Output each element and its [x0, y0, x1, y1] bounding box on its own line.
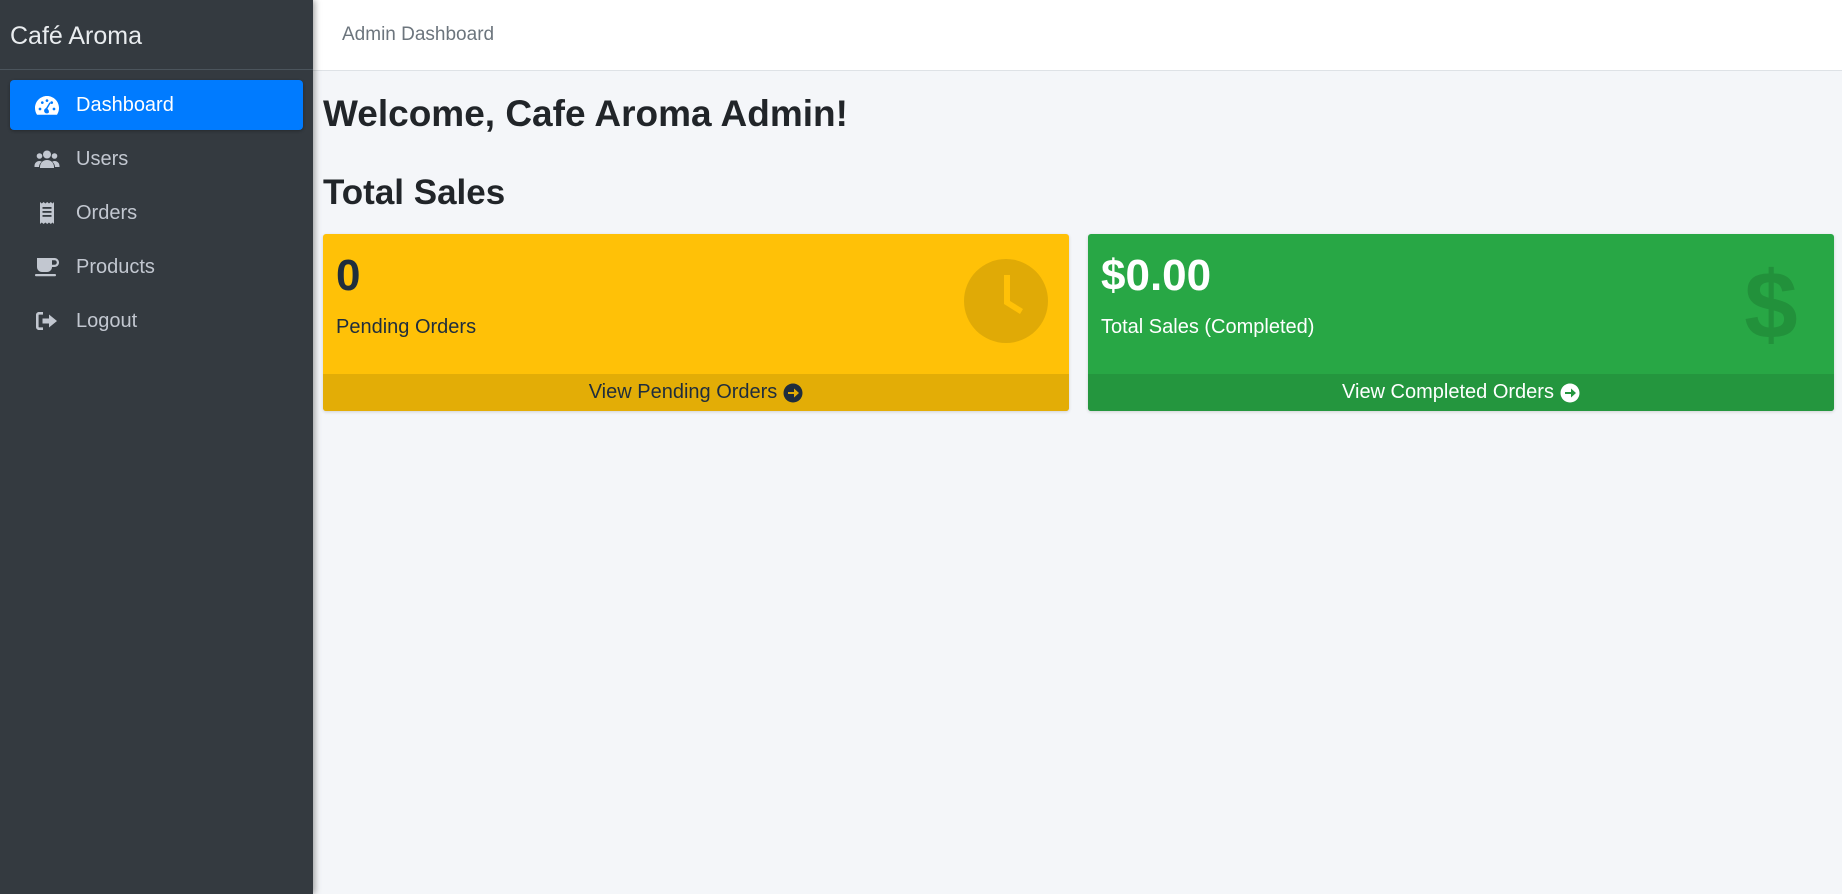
view-completed-orders-link[interactable]: View Completed Orders — [1088, 374, 1834, 411]
arrow-circle-right-icon — [783, 383, 803, 403]
dollar-icon: $ — [1728, 252, 1814, 359]
sidebar-item-label: Products — [76, 255, 155, 278]
sidebar-item-dashboard[interactable]: Dashboard — [10, 80, 303, 130]
receipt-icon — [32, 200, 62, 226]
svg-text:$: $ — [1744, 258, 1797, 344]
sidebar-item-orders[interactable]: Orders — [10, 188, 303, 238]
card-value: 0 — [336, 251, 361, 300]
sidebar-item-logout[interactable]: Logout — [10, 296, 303, 346]
tachometer-icon — [32, 92, 62, 118]
sidebar-item-label: Orders — [76, 201, 138, 224]
card-label: Pending Orders — [336, 316, 477, 338]
users-icon — [32, 146, 62, 172]
total-sales-card: $0.00 Total Sales (Completed) $ View Com… — [1088, 234, 1834, 411]
card-label: Total Sales (Completed) — [1101, 316, 1315, 338]
top-navbar: Admin Dashboard — [313, 0, 1842, 71]
sidebar-item-label: Logout — [76, 309, 138, 332]
sidebar-nav: Dashboard Users Orders Products Logout — [0, 70, 313, 346]
card-footer-label: View Pending Orders — [588, 381, 778, 403]
sign-out-icon — [32, 308, 62, 334]
card-value: $0.00 — [1101, 251, 1212, 300]
view-pending-orders-link[interactable]: View Pending Orders — [323, 374, 1069, 411]
navbar-title-link[interactable]: Admin Dashboard — [342, 24, 494, 46]
sidebar: Café Aroma Dashboard Users Orders Produc… — [0, 0, 313, 894]
arrow-circle-right-icon — [1560, 383, 1580, 403]
pending-orders-card: 0 Pending Orders View Pending Orders — [323, 234, 1069, 411]
sidebar-item-products[interactable]: Products — [10, 242, 303, 292]
card-footer-label: View Completed Orders — [1342, 381, 1554, 403]
main-content: Welcome, Cafe Aroma Admin! Total Sales 0… — [323, 71, 1835, 411]
brand-title[interactable]: Café Aroma — [0, 0, 313, 70]
coffee-icon — [32, 254, 62, 280]
sidebar-item-label: Dashboard — [76, 93, 174, 116]
stats-cards: 0 Pending Orders View Pending Orders $0.… — [323, 234, 1835, 411]
section-title: Total Sales — [323, 173, 506, 212]
welcome-heading: Welcome, Cafe Aroma Admin! — [323, 93, 848, 134]
sidebar-item-users[interactable]: Users — [10, 134, 303, 184]
sidebar-item-label: Users — [76, 147, 129, 170]
clock-icon — [963, 258, 1049, 344]
